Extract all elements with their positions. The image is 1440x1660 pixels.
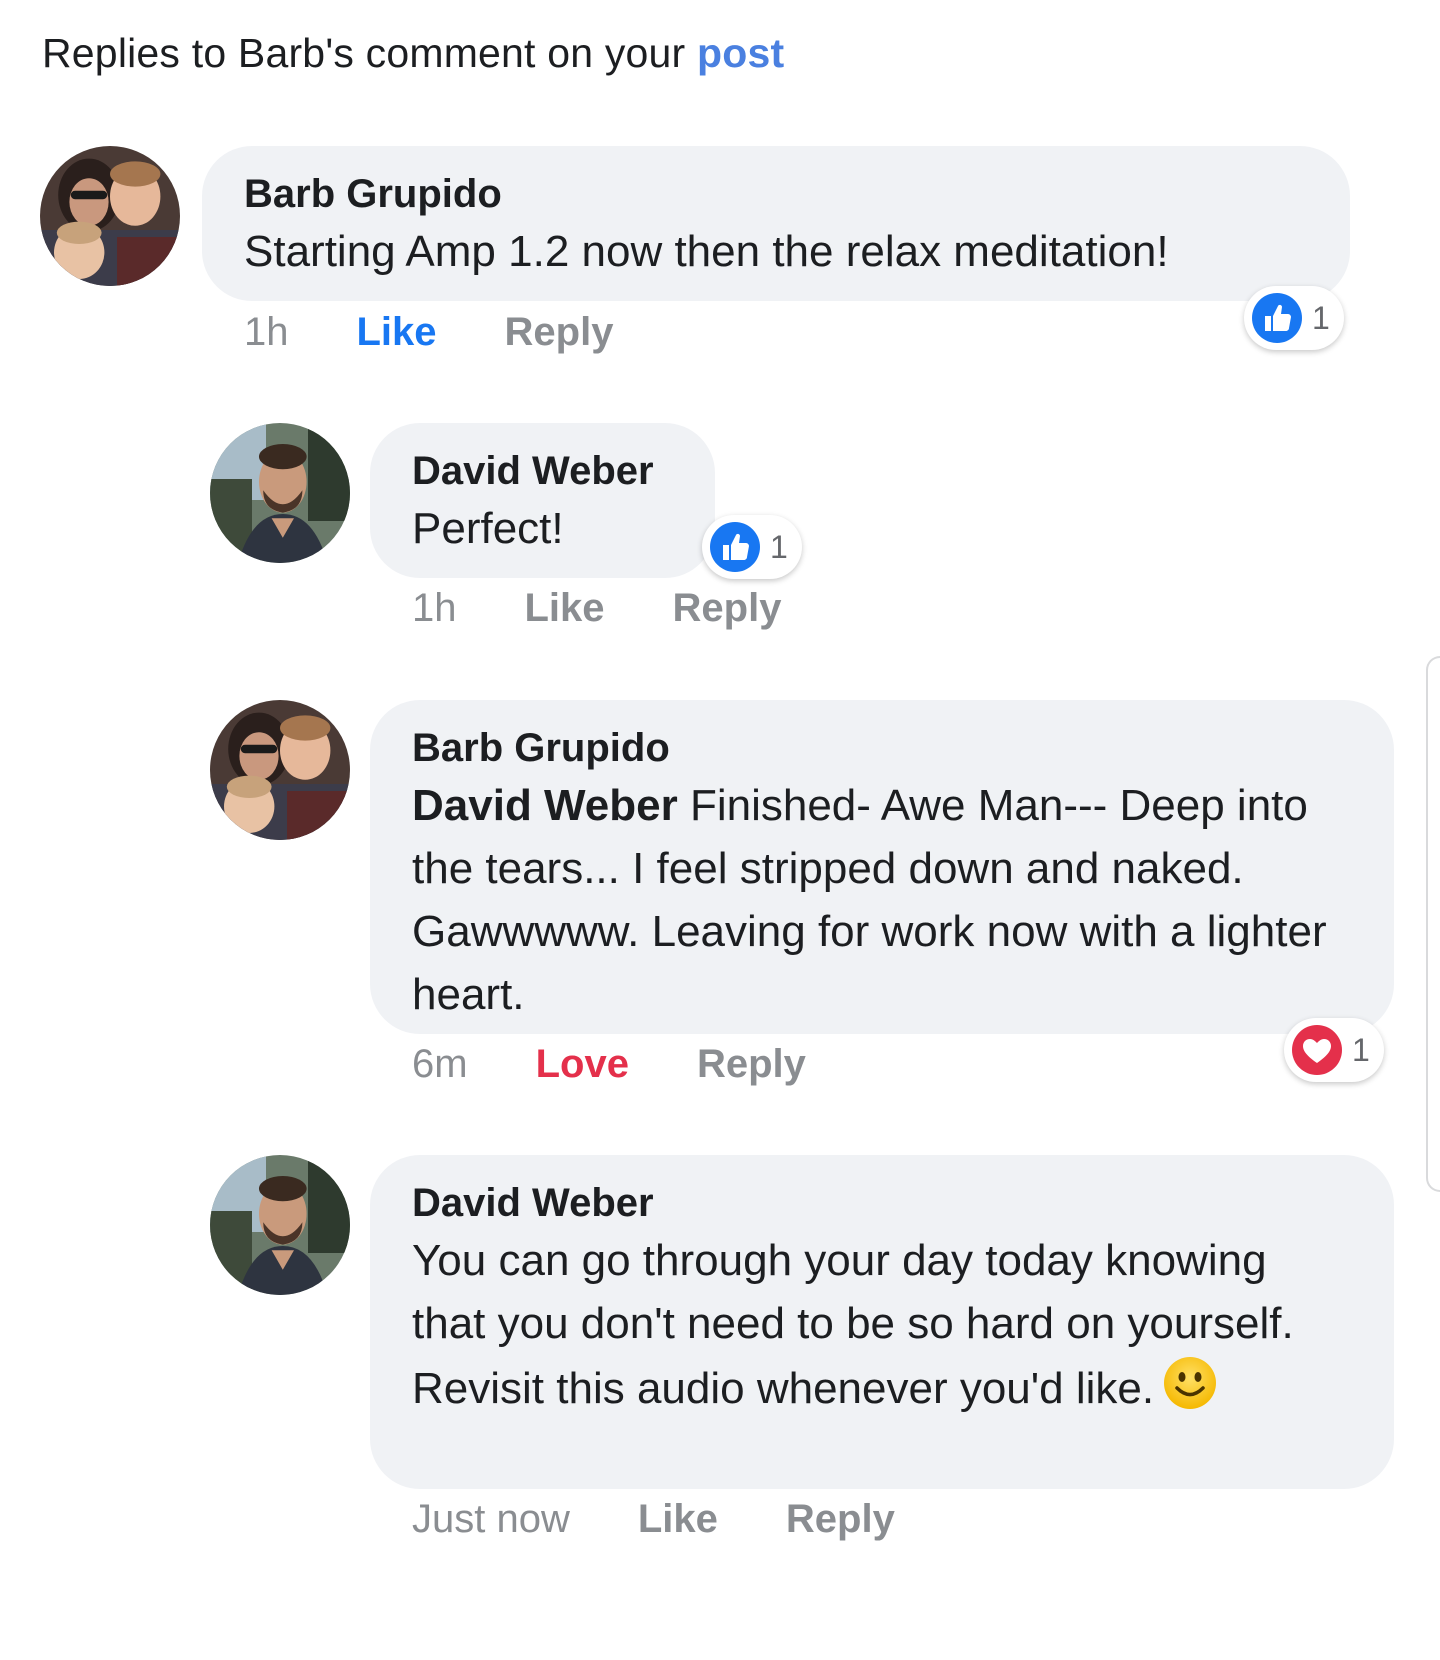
replies-header: Replies to Barb's comment on your post — [42, 30, 784, 77]
comment-time[interactable]: 6m — [412, 1042, 468, 1087]
header-text: Replies to Barb's comment on your — [42, 30, 697, 76]
reply-button[interactable]: Reply — [697, 1042, 806, 1087]
mention-link[interactable]: David Weber — [412, 781, 678, 830]
comment-author[interactable]: David Weber — [412, 1177, 1352, 1229]
comment-time[interactable]: 1h — [412, 586, 457, 631]
comment-actions-2: 1h Like Reply — [412, 586, 781, 631]
avatar-photo-icon — [210, 1155, 350, 1295]
comment-actions-4: Just now Like Reply — [412, 1497, 895, 1542]
like-button[interactable]: Like — [638, 1497, 718, 1542]
like-icon — [710, 522, 760, 572]
comment-author[interactable]: Barb Grupido — [244, 168, 1308, 220]
reaction-count-2[interactable]: 1 — [702, 515, 802, 579]
reply-button[interactable]: Reply — [786, 1497, 895, 1542]
comment-bubble-4[interactable]: David Weber You can go through your day … — [370, 1155, 1394, 1489]
like-icon — [1252, 293, 1302, 343]
comment-text: Starting Amp 1.2 now then the relax medi… — [244, 227, 1169, 276]
comment-time[interactable]: Just now — [412, 1497, 570, 1542]
avatar-david[interactable] — [210, 423, 350, 563]
reply-button[interactable]: Reply — [673, 586, 782, 631]
reaction-count: 1 — [1352, 1031, 1370, 1068]
love-icon — [1292, 1025, 1342, 1075]
comment-bubble-3[interactable]: Barb Grupido David Weber Finished- Awe M… — [370, 700, 1394, 1034]
avatar-barb[interactable] — [40, 146, 180, 286]
reaction-count-3[interactable]: 1 — [1284, 1018, 1384, 1082]
avatar-barb[interactable] — [210, 700, 350, 840]
comment-bubble-1[interactable]: Barb Grupido Starting Amp 1.2 now then t… — [202, 146, 1350, 301]
comment-text: You can go through your day today knowin… — [412, 1229, 1352, 1420]
reaction-count-1[interactable]: 1 — [1244, 286, 1344, 350]
like-button[interactable]: Like — [357, 310, 437, 355]
avatar-photo-icon — [40, 146, 180, 286]
comment-actions-1: 1h Like Reply — [244, 310, 613, 355]
avatar-david[interactable] — [210, 1155, 350, 1295]
comment-text: David Weber Finished- Awe Man--- Deep in… — [412, 774, 1352, 1026]
side-panel-edge[interactable] — [1426, 656, 1440, 1192]
comment-time[interactable]: 1h — [244, 310, 289, 355]
post-link[interactable]: post — [697, 30, 784, 76]
love-button[interactable]: Love — [536, 1042, 629, 1087]
smiley-emoji-icon — [1164, 1357, 1217, 1409]
comment-text: Perfect! — [412, 504, 564, 553]
reaction-count: 1 — [1312, 299, 1330, 336]
replies-page: Replies to Barb's comment on your post B… — [0, 0, 1440, 1660]
avatar-photo-icon — [210, 423, 350, 563]
reaction-count: 1 — [770, 528, 788, 565]
reply-button[interactable]: Reply — [505, 310, 614, 355]
avatar-photo-icon — [210, 700, 350, 840]
comment-bubble-2[interactable]: David Weber Perfect! — [370, 423, 715, 578]
comment-actions-3: 6m Love Reply — [412, 1042, 806, 1087]
comment-author[interactable]: Barb Grupido — [412, 722, 1352, 774]
comment-author[interactable]: David Weber — [412, 445, 673, 497]
like-button[interactable]: Like — [525, 586, 605, 631]
